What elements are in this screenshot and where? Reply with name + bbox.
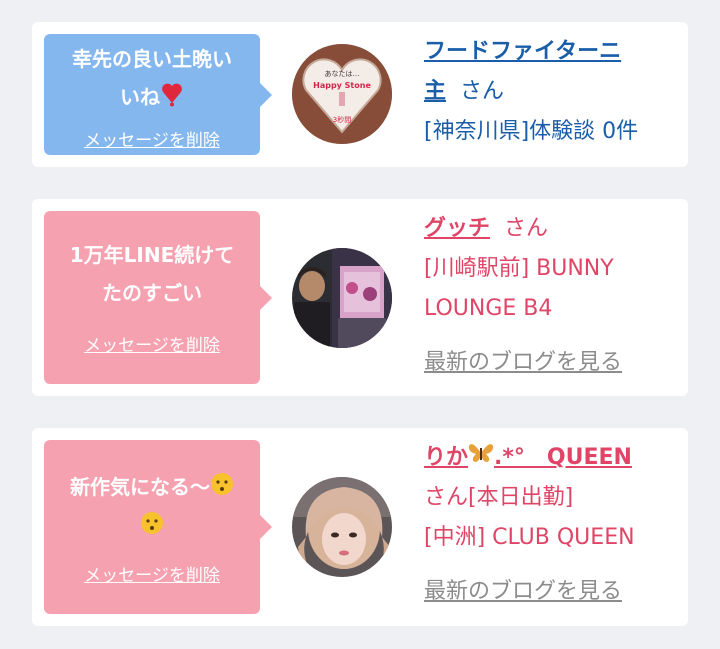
message-card: 1万年LINE続けて たのすごい メッセージを削除 グッチ さん [川崎駅前] B… — [32, 199, 688, 396]
message-text: 新作気になる〜 — [52, 468, 252, 547]
latest-blog-link[interactable]: 最新のブログを見る — [424, 350, 622, 375]
blog-line: 最新のブログを見る — [424, 572, 676, 612]
user-name-link[interactable]: りか .*° QUEEN — [424, 444, 632, 470]
detail-line: [中洲] CLUB QUEEN — [424, 525, 635, 550]
message-line — [52, 508, 252, 548]
message-line: 幸先の良い土晩い — [72, 47, 232, 71]
kissing-face-icon — [140, 509, 164, 547]
message-line: 新作気になる〜 — [52, 468, 252, 508]
message-bubble: 新作気になる〜 メッセージを削除 — [44, 440, 272, 614]
message-bubble: 幸先の良い土晩い いね メッセージを削除 — [44, 34, 272, 155]
user-name-link[interactable]: グッチ — [424, 216, 490, 241]
name-line: 主さん — [424, 72, 676, 112]
user-name-link-cont[interactable]: 主 — [424, 79, 446, 104]
butterfly-icon — [468, 438, 494, 478]
svg-text:あなたは…: あなたは… — [325, 70, 360, 78]
message-line-text: いね — [120, 85, 160, 109]
message-text: 幸先の良い土晩い いね — [52, 40, 252, 119]
user-name-link[interactable]: フードファイターニ — [424, 39, 621, 64]
latest-blog-link[interactable]: 最新のブログを見る — [424, 579, 622, 604]
detail-line: [川崎駅前] BUNNY — [424, 256, 614, 281]
name-line: りか .*° QUEEN — [424, 438, 676, 478]
user-name-text: りか — [424, 445, 469, 470]
message-bubble: 1万年LINE続けて たのすごい メッセージを削除 — [44, 211, 272, 384]
user-name-suffix: .*° QUEEN — [494, 445, 632, 470]
user-info: りか .*° QUEEN さん[本日出勤] [中洲] CLUB QUEEN 最新の… — [424, 438, 676, 612]
message-card: 新作気になる〜 メッセージを削除 りか .*° QUEEN さん[本日出勤] [中… — [32, 428, 688, 626]
name-line: フードファイターニ — [424, 32, 676, 72]
detail-line: [神奈川県]体験談 0件 — [424, 119, 639, 144]
heart-exclamation-icon — [160, 79, 184, 119]
honorific: さん — [460, 79, 505, 104]
honorific: さん[本日出勤] — [424, 485, 574, 510]
message-line-text: 新作気になる〜 — [70, 475, 210, 499]
delete-message-link[interactable]: メッセージを削除 — [44, 126, 260, 151]
woman-photo — [292, 477, 392, 577]
kissing-face-icon — [210, 470, 234, 508]
message-text: 1万年LINE続けて たのすごい — [52, 236, 252, 312]
name-line: グッチ さん — [424, 209, 676, 249]
man-photo — [292, 248, 392, 348]
avatar[interactable] — [292, 248, 392, 348]
delete-message-link[interactable]: メッセージを削除 — [44, 561, 260, 586]
message-line: いね — [52, 78, 252, 119]
svg-text:Happy Stone: Happy Stone — [313, 81, 371, 90]
delete-message-link[interactable]: メッセージを削除 — [44, 331, 260, 356]
svg-text:3秒間: 3秒間 — [333, 115, 351, 124]
blog-line: 最新のブログを見る — [424, 343, 676, 383]
avatar[interactable]: あなたは… Happy Stone 3秒間 — [292, 44, 392, 144]
message-line: 1万年LINE続けて — [69, 243, 235, 267]
heart-stone-photo: あなたは… Happy Stone 3秒間 — [292, 44, 392, 144]
detail-line: LOUNGE B4 — [424, 296, 553, 321]
message-line: たのすごい — [102, 281, 202, 305]
avatar[interactable] — [292, 477, 392, 577]
user-info: フードファイターニ 主さん [神奈川県]体験談 0件 — [424, 32, 676, 152]
user-info: グッチ さん [川崎駅前] BUNNY LOUNGE B4 最新のブログを見る — [424, 209, 676, 383]
message-card: 幸先の良い土晩い いね メッセージを削除 あなたは… Happy Stone 3… — [32, 22, 688, 167]
honorific: さん — [504, 216, 549, 241]
